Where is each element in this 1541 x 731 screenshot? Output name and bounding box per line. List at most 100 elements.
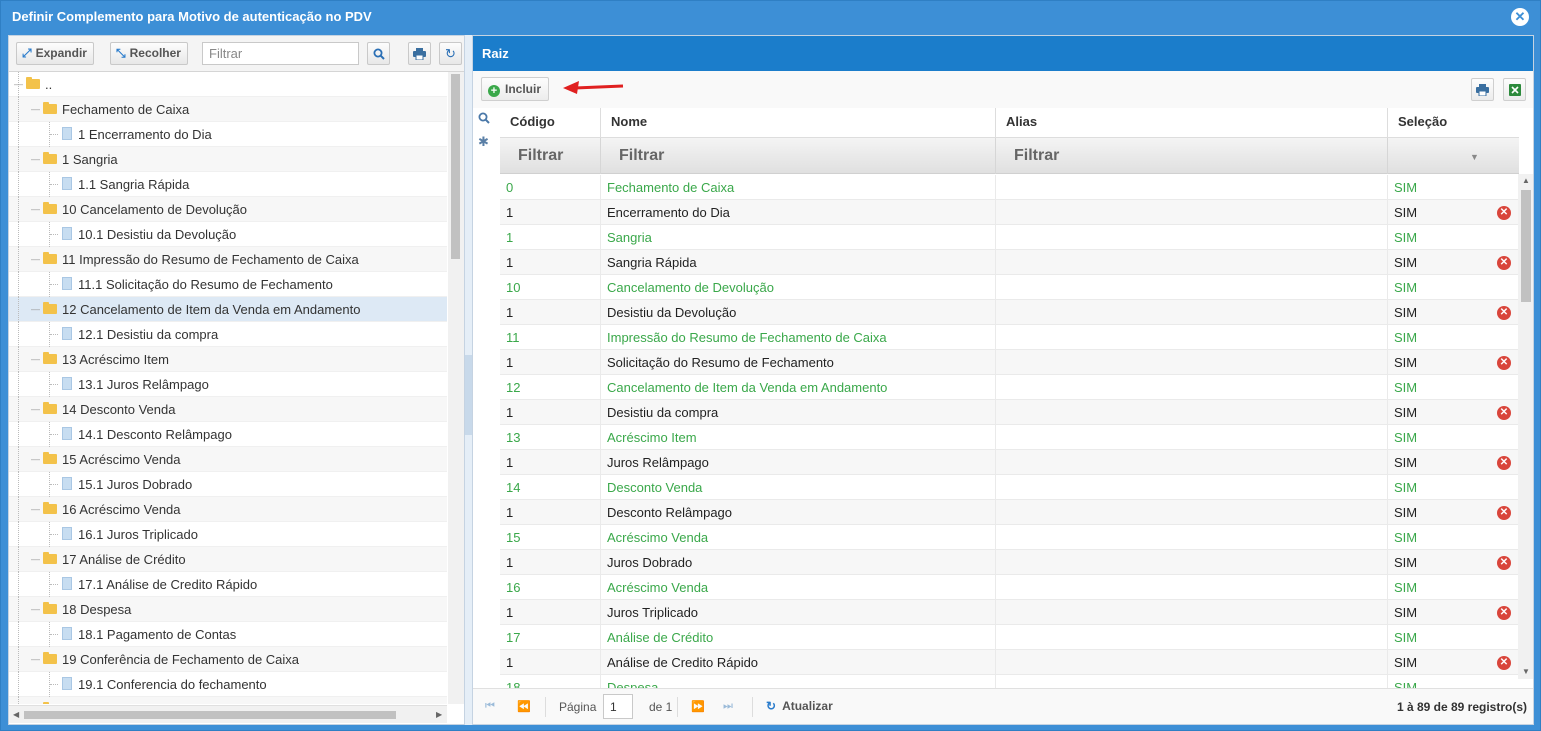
tree-leaf-node[interactable]: 17.1 Análise de Credito Rápido <box>9 572 447 597</box>
tree-horizontal-scrollbar[interactable]: ◀ ▶ <box>9 705 447 723</box>
tree-leaf-node[interactable]: 1 Encerramento do Dia <box>9 122 447 147</box>
tree-folder-node[interactable]: — 12 Cancelamento de Item da Venda em And… <box>9 297 447 322</box>
tree-leaf-node[interactable]: 18.1 Pagamento de Contas <box>9 622 447 647</box>
table-row[interactable]: 1 Sangria Rápida SIM ✕ <box>500 250 1519 275</box>
tree-leaf-node[interactable]: 14.1 Desconto Relâmpago <box>9 422 447 447</box>
gear-icon[interactable]: ✱ <box>478 134 496 156</box>
collapse-toggle-icon[interactable]: — <box>31 305 40 314</box>
tree-folder-node[interactable]: — 1 Sangria <box>9 147 447 172</box>
scroll-right-arrow-icon[interactable]: ▶ <box>436 710 442 719</box>
tree-hscroll-thumb[interactable] <box>24 711 396 719</box>
column-header-alias[interactable]: Alias <box>995 108 1387 138</box>
tree-leaf-node[interactable]: 1.1 Sangria Rápida <box>9 172 447 197</box>
tree-leaf-node[interactable]: 15.1 Juros Dobrado <box>9 472 447 497</box>
table-row[interactable]: 11 Impressão do Resumo de Fechamento de C… <box>500 325 1519 350</box>
collapse-toggle-icon[interactable]: — <box>31 205 40 214</box>
tree-folder-node[interactable]: — Fechamento de Caixa <box>9 97 447 122</box>
collapse-toggle-icon[interactable]: — <box>31 355 40 364</box>
collapse-toggle-icon[interactable]: — <box>31 505 40 514</box>
scroll-up-arrow-icon[interactable]: ▲ <box>1522 176 1530 185</box>
filter-name[interactable]: Filtrar <box>600 138 995 174</box>
table-row[interactable]: 1 Desistiu da compra SIM ✕ <box>500 400 1519 425</box>
refresh-tree-button[interactable]: ↻ <box>439 42 462 65</box>
table-row[interactable]: 1 Juros Dobrado SIM ✕ <box>500 550 1519 575</box>
filter-code[interactable]: Filtrar <box>500 138 600 174</box>
table-row[interactable]: 1 Juros Relâmpago SIM ✕ <box>500 450 1519 475</box>
delete-circle-icon[interactable]: ✕ <box>1497 356 1511 370</box>
grid-vertical-scrollbar[interactable]: ▲ ▼ <box>1518 174 1533 679</box>
tree-folder-node[interactable]: — 14 Desconto Venda <box>9 397 447 422</box>
collapse-toggle-icon[interactable]: — <box>31 555 40 564</box>
delete-circle-icon[interactable]: ✕ <box>1497 406 1511 420</box>
table-row[interactable]: 1 Análise de Credito Rápido SIM ✕ <box>500 650 1519 675</box>
scroll-left-arrow-icon[interactable]: ◀ <box>13 710 19 719</box>
tree-folder-node[interactable]: — 15 Acréscimo Venda <box>9 447 447 472</box>
chevron-down-icon[interactable]: ▼ <box>1470 152 1479 162</box>
close-icon[interactable]: ✕ <box>1511 8 1529 26</box>
tree-leaf-node[interactable]: 19.1 Conferencia do fechamento <box>9 672 447 697</box>
collapse-toggle-icon[interactable]: — <box>31 105 40 114</box>
collapse-toggle-icon[interactable]: — <box>31 405 40 414</box>
delete-circle-icon[interactable]: ✕ <box>1497 256 1511 270</box>
tree-folder-node[interactable]: — 16 Acréscimo Venda <box>9 497 447 522</box>
grid-scroll-thumb[interactable] <box>1521 190 1531 302</box>
tree-folder-node[interactable]: —.. <box>9 72 447 97</box>
print-button[interactable] <box>408 42 431 65</box>
table-row[interactable]: 17 Análise de Crédito SIM <box>500 625 1519 650</box>
delete-circle-icon[interactable]: ✕ <box>1497 606 1511 620</box>
tree-filter-input[interactable] <box>202 42 359 65</box>
include-button[interactable]: + Incluir <box>481 77 550 101</box>
tree-scroll-thumb[interactable] <box>451 74 460 259</box>
tree-folder-node[interactable]: — 18 Despesa <box>9 597 447 622</box>
table-row[interactable]: 1 Solicitação do Resumo de Fechamento SIM ✕ <box>500 350 1519 375</box>
delete-circle-icon[interactable]: ✕ <box>1497 656 1511 670</box>
tree-folder-node[interactable]: —2 Ca... <box>9 697 447 704</box>
collapse-button[interactable]: ⤡ Recolher <box>110 42 188 65</box>
previous-page-icon[interactable]: ⏪ <box>517 700 531 713</box>
delete-circle-icon[interactable]: ✕ <box>1497 306 1511 320</box>
tree-leaf-node[interactable]: 11.1 Solicitação do Resumo de Fechamento <box>9 272 447 297</box>
page-number-input[interactable] <box>603 694 633 719</box>
filter-alias[interactable]: Filtrar <box>995 138 1387 174</box>
next-page-icon[interactable]: ⏩ <box>691 700 705 713</box>
table-row[interactable]: 1 Sangria SIM <box>500 225 1519 250</box>
search-button[interactable] <box>367 42 390 65</box>
first-page-icon[interactable]: ⏮ <box>485 700 495 713</box>
collapse-toggle-icon[interactable]: — <box>31 455 40 464</box>
tree-vertical-scrollbar[interactable] <box>448 72 464 704</box>
tree-folder-node[interactable]: — 17 Análise de Crédito <box>9 547 447 572</box>
collapse-toggle-icon[interactable]: — <box>31 155 40 164</box>
tree-leaf-node[interactable]: 16.1 Juros Triplicado <box>9 522 447 547</box>
delete-circle-icon[interactable]: ✕ <box>1497 506 1511 520</box>
tree-leaf-node[interactable]: 10.1 Desistiu da Devolução <box>9 222 447 247</box>
column-header-name[interactable]: Nome <box>600 108 995 138</box>
last-page-icon[interactable]: ⏭ <box>723 700 733 713</box>
table-row[interactable]: 0 Fechamento de Caixa SIM <box>500 175 1519 200</box>
excel-export-button[interactable] <box>1503 78 1526 101</box>
table-row[interactable]: 16 Acréscimo Venda SIM <box>500 575 1519 600</box>
table-row[interactable]: 1 Desistiu da Devolução SIM ✕ <box>500 300 1519 325</box>
scroll-down-arrow-icon[interactable]: ▼ <box>1522 667 1530 676</box>
tree-leaf-node[interactable]: 13.1 Juros Relâmpago <box>9 372 447 397</box>
table-row[interactable]: 15 Acréscimo Venda SIM <box>500 525 1519 550</box>
expand-button[interactable]: ⤢ Expandir <box>16 42 94 65</box>
column-header-code[interactable]: Código <box>500 108 600 138</box>
table-row[interactable]: 12 Cancelamento de Item da Venda em Andam… <box>500 375 1519 400</box>
table-row[interactable]: 1 Desconto Relâmpago SIM ✕ <box>500 500 1519 525</box>
collapse-toggle-icon[interactable]: — <box>31 255 40 264</box>
tree-folder-node[interactable]: — 11 Impressão do Resumo de Fechamento de… <box>9 247 447 272</box>
collapse-toggle-icon[interactable]: — <box>14 80 23 89</box>
delete-circle-icon[interactable]: ✕ <box>1497 556 1511 570</box>
table-row[interactable]: 1 Encerramento do Dia SIM ✕ <box>500 200 1519 225</box>
search-icon[interactable] <box>478 112 496 134</box>
collapse-toggle-icon[interactable]: — <box>31 605 40 614</box>
delete-circle-icon[interactable]: ✕ <box>1497 206 1511 220</box>
tree-folder-node[interactable]: — 10 Cancelamento de Devolução <box>9 197 447 222</box>
tree-folder-node[interactable]: — 13 Acréscimo Item <box>9 347 447 372</box>
table-row[interactable]: 1 Juros Triplicado SIM ✕ <box>500 600 1519 625</box>
splitter-grip[interactable] <box>465 355 472 435</box>
tree-leaf-node[interactable]: 12.1 Desistiu da compra <box>9 322 447 347</box>
grid-print-button[interactable] <box>1471 78 1494 101</box>
table-row[interactable]: 10 Cancelamento de Devolução SIM <box>500 275 1519 300</box>
panel-splitter[interactable] <box>465 35 472 725</box>
